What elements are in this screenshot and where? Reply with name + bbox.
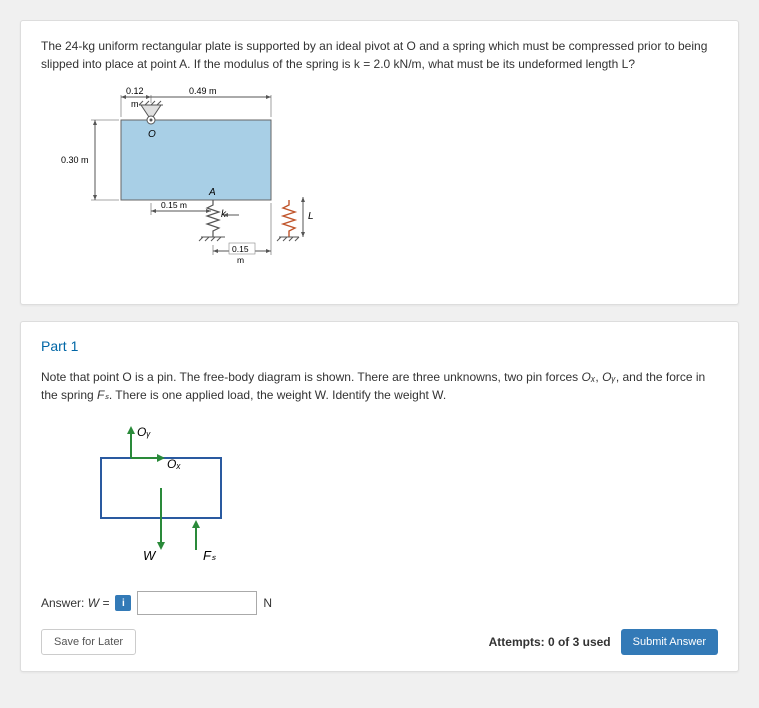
dim-012: 0.12 — [126, 86, 144, 96]
label-O: O — [148, 129, 156, 140]
label-A: A — [208, 187, 216, 198]
part1-note: Note that point O is a pin. The free-bod… — [41, 368, 718, 404]
dim-015m: 0.15 m — [161, 200, 187, 210]
label-L: L — [308, 211, 314, 222]
fbd-Oy: Oᵧ — [137, 425, 151, 439]
attempts-text: Attempts: 0 of 3 used — [489, 635, 611, 649]
part1-title: Part 1 — [41, 338, 718, 354]
fbd-W: W — [143, 548, 157, 563]
answer-row: Answer: W = i N — [41, 591, 718, 615]
fbd-Fs: Fₛ — [203, 548, 216, 563]
dim-030: 0.30 m — [61, 155, 89, 165]
problem-figure: O 0.12 m 0.49 m 0.30 m A — [61, 85, 718, 288]
fbd-Ox: Oₓ — [167, 457, 181, 471]
bottom-row: Save for Later Attempts: 0 of 3 used Sub… — [41, 629, 718, 655]
part1-card: Part 1 Note that point O is a pin. The f… — [20, 321, 739, 672]
save-for-later-button[interactable]: Save for Later — [41, 629, 136, 655]
dim-015: 0.15 — [232, 244, 249, 254]
hint-icon[interactable]: i — [115, 595, 131, 611]
dim-012-unit: m — [131, 99, 139, 109]
problem-card: The 24-kg uniform rectangular plate is s… — [20, 20, 739, 305]
dim-049: 0.49 m — [189, 86, 217, 96]
free-body-diagram: Oᵧ Oₓ W Fₛ — [81, 418, 718, 571]
answer-label: Answer: W = — [41, 596, 109, 610]
problem-statement: The 24-kg uniform rectangular plate is s… — [41, 37, 718, 73]
answer-input-W[interactable] — [137, 591, 257, 615]
dim-015-unit: m — [237, 255, 244, 265]
submit-answer-button[interactable]: Submit Answer — [621, 629, 718, 655]
unit-label: N — [263, 596, 272, 610]
